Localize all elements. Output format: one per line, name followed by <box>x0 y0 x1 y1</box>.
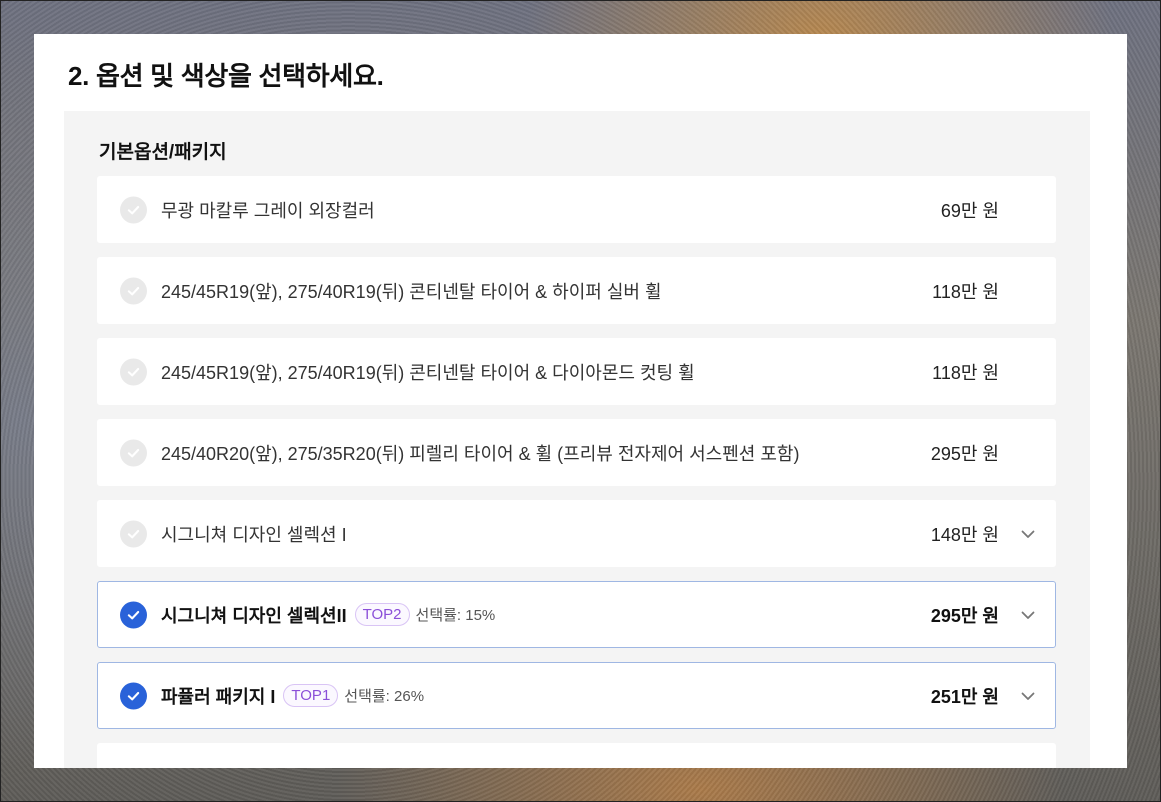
option-price: 295만 원 <box>930 605 999 626</box>
option-item-selected[interactable]: 시그니쳐 디자인 셀렉션II TOP2 선택률: 15% 295만 원 <box>97 581 1056 648</box>
check-icon[interactable] <box>120 439 147 466</box>
check-icon[interactable] <box>120 358 147 385</box>
option-item-partial[interactable] <box>97 743 1056 768</box>
section-title: 2. 옵션 및 색상을 선택하세요. <box>68 61 384 91</box>
chevron-down-icon[interactable] <box>1019 525 1037 543</box>
option-label: 245/45R19(앞), 275/40R19(뒤) 콘티넨탈 타이어 & 다이… <box>161 362 695 383</box>
check-icon[interactable] <box>120 601 147 628</box>
rank-badge: TOP1 <box>283 684 339 707</box>
option-price: 118만 원 <box>932 362 999 383</box>
option-item[interactable]: 무광 마칼루 그레이 외장컬러 69만 원 <box>97 176 1056 243</box>
selection-rate: 선택률: 15% <box>415 607 496 624</box>
option-list: 무광 마칼루 그레이 외장컬러 69만 원 245/45R19(앞), 275/… <box>97 176 1056 768</box>
option-item[interactable]: 245/45R19(앞), 275/40R19(뒤) 콘티넨탈 타이어 & 다이… <box>97 338 1056 405</box>
chevron-down-icon[interactable] <box>1019 606 1037 624</box>
option-label: 245/40R20(앞), 275/35R20(뒤) 피렐리 타이어 & 휠 (… <box>161 443 800 464</box>
option-price: 251만 원 <box>930 686 999 707</box>
option-label: 파퓰러 패키지 I <box>161 686 276 707</box>
option-label: 245/45R19(앞), 275/40R19(뒤) 콘티넨탈 타이어 & 하이… <box>161 281 662 302</box>
options-panel: 2. 옵션 및 색상을 선택하세요. 기본옵션/패키지 무광 마칼루 그레이 외… <box>34 34 1127 768</box>
check-icon[interactable] <box>120 277 147 304</box>
option-item-selected[interactable]: 파퓰러 패키지 I TOP1 선택률: 26% 251만 원 <box>97 662 1056 729</box>
option-item[interactable]: 245/45R19(앞), 275/40R19(뒤) 콘티넨탈 타이어 & 하이… <box>97 257 1056 324</box>
option-label: 시그니쳐 디자인 셀렉션II <box>161 605 347 626</box>
option-item[interactable]: 시그니쳐 디자인 셀렉션 I 148만 원 <box>97 500 1056 567</box>
option-price: 69만 원 <box>940 200 999 221</box>
option-label: 시그니쳐 디자인 셀렉션 I <box>161 524 347 545</box>
selection-rate: 선택률: 26% <box>344 688 425 705</box>
rank-badge: TOP2 <box>354 603 410 626</box>
check-icon[interactable] <box>120 682 147 709</box>
option-label: 무광 마칼루 그레이 외장컬러 <box>161 200 375 221</box>
basic-options-group: 기본옵션/패키지 무광 마칼루 그레이 외장컬러 69만 원 245/45R19… <box>64 111 1090 768</box>
option-price: 148만 원 <box>930 524 999 545</box>
option-price: 295만 원 <box>930 443 999 464</box>
chevron-down-icon[interactable] <box>1019 687 1037 705</box>
check-icon[interactable] <box>120 520 147 547</box>
check-icon[interactable] <box>120 196 147 223</box>
group-title: 기본옵션/패키지 <box>99 142 227 163</box>
option-item[interactable]: 245/40R20(앞), 275/35R20(뒤) 피렐리 타이어 & 휠 (… <box>97 419 1056 486</box>
option-price: 118만 원 <box>932 281 999 302</box>
